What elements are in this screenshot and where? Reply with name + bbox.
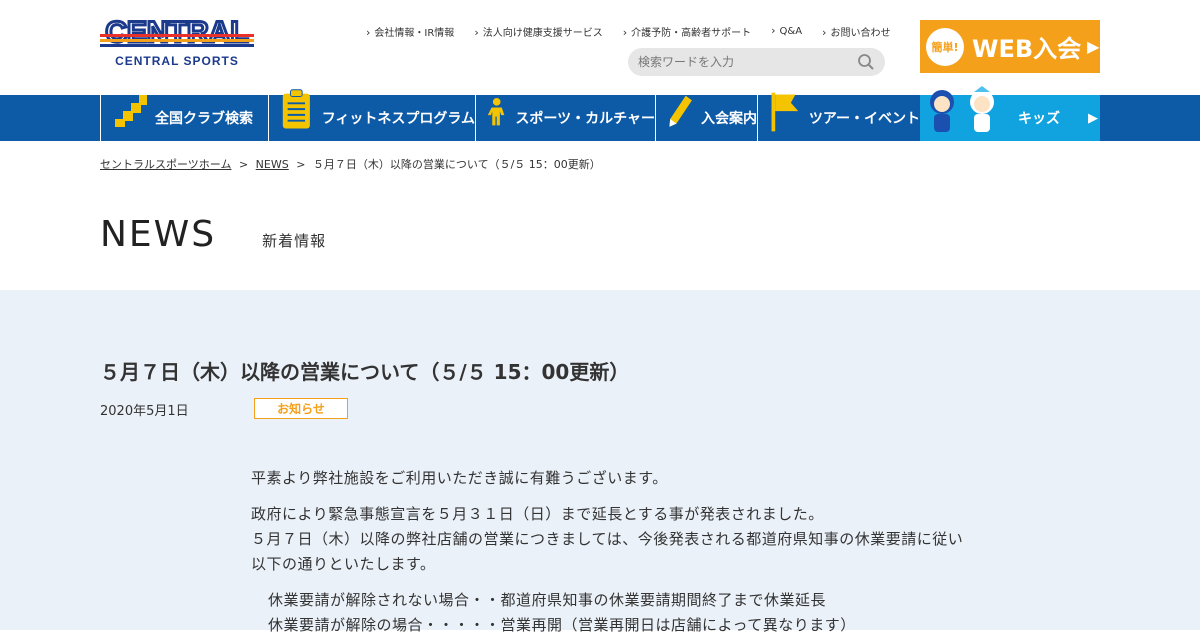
nav-label: 全国クラブ検索	[155, 111, 253, 127]
util-link-contact[interactable]: お問い合わせ	[822, 24, 890, 39]
nav-label: 入会案内	[701, 111, 757, 127]
nav-item-club-search[interactable]: 全国クラブ検索	[100, 95, 268, 141]
page-subtitle: 新着情報	[262, 232, 327, 250]
nav-label: フィットネスプログラム	[321, 111, 475, 127]
utility-links: 会社情報・IR情報 法人向け健康支援サービス 介護予防・高齢者サポート Q&A …	[366, 24, 910, 39]
central-sports-logo[interactable]: CENTRAL CENTRAL SPORTS	[100, 12, 254, 68]
nav-item-tour-event[interactable]: ツアー・イベント	[757, 92, 920, 141]
web-signup-button[interactable]: 簡単! WEB入会 ▶	[920, 20, 1100, 73]
breadcrumb: セントラルスポーツホーム > NEWS > ５月７日（木）以降の営業について（５…	[100, 156, 601, 172]
breadcrumb-current: ５月７日（木）以降の営業について（５/５ 15：00更新）	[312, 158, 601, 171]
site-header: CENTRAL CENTRAL SPORTS 会社情報・IR情報 法人向け健康支…	[0, 0, 1200, 95]
breadcrumb-home[interactable]: セントラルスポーツホーム	[100, 158, 231, 171]
article-body: 平素より弊社施設をご利用いただき誠に有難うございます。 政府により緊急事態宣言を…	[251, 466, 971, 638]
article-date: 2020年5月1日	[100, 404, 189, 419]
breadcrumb-news[interactable]: NEWS	[256, 158, 289, 171]
nav-label: スポーツ・カルチャー	[515, 111, 655, 127]
breadcrumb-separator: >	[238, 158, 249, 171]
search-icon[interactable]	[857, 53, 875, 71]
clipboard-icon	[282, 89, 310, 129]
chevron-right-icon: ▶	[1087, 37, 1100, 56]
kids-label: キッズ	[1018, 111, 1060, 127]
util-link-corporate[interactable]: 法人向け健康支援サービス	[474, 24, 603, 39]
search-box	[628, 48, 885, 76]
web-signup-label: WEB入会	[972, 35, 1082, 63]
logo-subtext: CENTRAL SPORTS	[115, 54, 239, 68]
kids-mascot-icon	[930, 86, 994, 132]
list-item: 休業要請が解除されない場合・・都道府県知事の休業要請期間終了まで休業延長	[268, 591, 827, 609]
article-paragraph: 平素より弊社施設をご利用いただき誠に有難うございます。	[251, 469, 668, 487]
nav-label: ツアー・イベント	[808, 111, 920, 127]
easy-badge: 簡単!	[926, 27, 964, 66]
chevron-right-icon: ▶	[1088, 110, 1098, 126]
runner-icon	[487, 98, 505, 126]
category-badge: お知らせ	[254, 398, 348, 419]
util-link-qa[interactable]: Q&A	[771, 24, 803, 39]
breadcrumb-separator: >	[296, 158, 306, 171]
search-input[interactable]	[638, 55, 848, 69]
article-sentence: ５月７日（木）以降の弊社店舗の営業につきましては、今後発表される都道府県知事の休…	[251, 530, 964, 573]
nav-item-sports-culture[interactable]: スポーツ・カルチャー	[475, 95, 655, 141]
page-title: NEWS	[100, 214, 217, 255]
japan-map-icon	[115, 95, 147, 127]
page-heading: NEWS 新着情報	[100, 214, 326, 255]
list-item: 休業要請が解除の場合・・・・・営業再開（営業再開日は店舗によって異なります）	[268, 616, 856, 634]
article-title: ５月７日（木）以降の営業について（５/５ 15：00更新）	[100, 360, 630, 384]
pencil-icon	[669, 95, 692, 127]
util-link-care[interactable]: 介護予防・高齢者サポート	[623, 24, 751, 39]
util-link-company[interactable]: 会社情報・IR情報	[366, 24, 454, 39]
article-sentence: 政府により緊急事態宣言を５月３１日（日）まで延長とする事が発表されました。	[251, 505, 824, 523]
flag-icon	[771, 92, 799, 132]
nav-item-kids[interactable]: キッズ ▶	[920, 86, 1100, 141]
nav-item-fitness[interactable]: フィットネスプログラム	[268, 89, 475, 141]
article-paragraph: 政府により緊急事態宣言を５月３１日（日）まで延長とする事が発表されました。 ５月…	[251, 502, 971, 577]
nav-item-membership[interactable]: 入会案内	[655, 95, 757, 141]
